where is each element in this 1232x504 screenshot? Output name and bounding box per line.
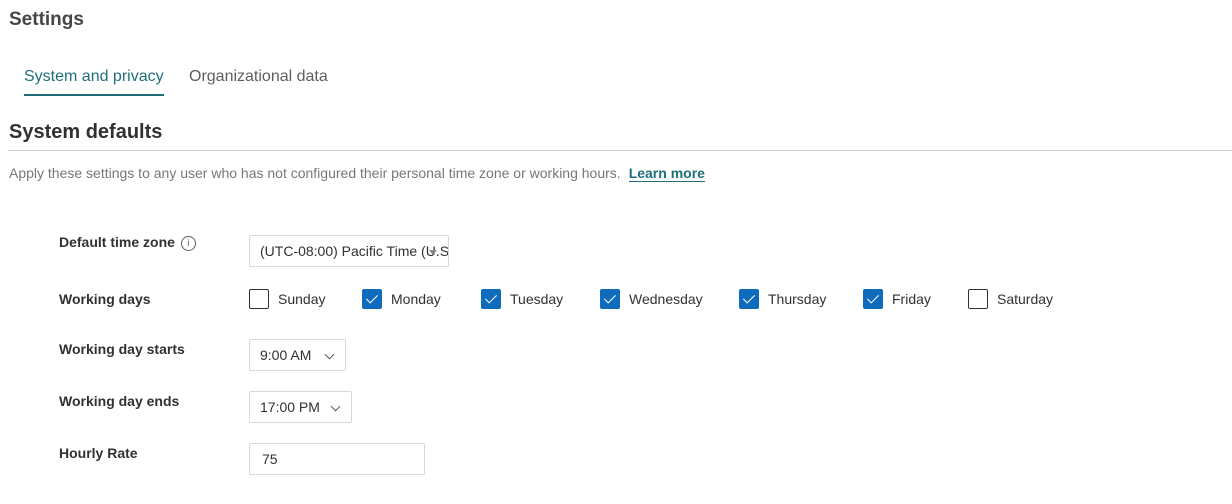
page-title: Settings [9, 9, 84, 30]
day-thursday[interactable]: Thursday [739, 288, 826, 310]
day-wednesday[interactable]: Wednesday [600, 288, 703, 310]
description-text: Apply these settings to any user who has… [9, 165, 621, 181]
tuesday-label: Tuesday [510, 291, 564, 307]
section-title: System defaults [9, 121, 163, 143]
time-zone-value: (UTC-08:00) Pacific Time (U.S. [260, 243, 449, 259]
friday-checkbox[interactable] [863, 289, 883, 309]
day-starts-dropdown[interactable]: 9:00 AM [249, 339, 346, 371]
monday-checkbox[interactable] [362, 289, 382, 309]
hourly-rate-label: Hourly Rate [59, 445, 138, 461]
day-monday[interactable]: Monday [362, 288, 441, 310]
working-days-label: Working days [59, 291, 151, 307]
tuesday-checkbox[interactable] [481, 289, 501, 309]
section-divider [8, 150, 1232, 151]
chevron-down-icon [330, 401, 341, 412]
day-ends-label: Working day ends [59, 393, 180, 409]
time-zone-label: Default time zone i [59, 234, 196, 251]
settings-page: Settings System and privacy Organization… [0, 0, 1232, 504]
chevron-down-icon [324, 349, 335, 360]
friday-label: Friday [892, 291, 931, 307]
wednesday-label: Wednesday [629, 291, 703, 307]
tab-system-and-privacy[interactable]: System and privacy [24, 68, 164, 96]
day-friday[interactable]: Friday [863, 288, 931, 310]
tab-organizational-data[interactable]: Organizational data [189, 68, 328, 94]
day-tuesday[interactable]: Tuesday [481, 288, 563, 310]
info-icon[interactable]: i [180, 236, 196, 251]
day-saturday[interactable]: Saturday [968, 288, 1053, 310]
thursday-checkbox[interactable] [739, 289, 759, 309]
hourly-rate-input[interactable] [249, 443, 425, 475]
day-starts-value: 9:00 AM [260, 347, 312, 363]
saturday-label: Saturday [997, 291, 1054, 307]
sunday-label: Sunday [278, 291, 326, 307]
saturday-checkbox[interactable] [968, 289, 988, 309]
day-sunday[interactable]: Sunday [249, 288, 325, 310]
day-ends-value: 17:00 PM [260, 399, 320, 415]
section-description: Apply these settings to any user who has… [9, 165, 705, 182]
day-starts-label: Working day starts [59, 341, 185, 357]
time-zone-label-text: Default time zone [59, 234, 175, 250]
learn-more-link[interactable]: Learn more [628, 165, 705, 182]
wednesday-checkbox[interactable] [600, 289, 620, 309]
sunday-checkbox[interactable] [249, 289, 269, 309]
caret-down-icon [429, 250, 437, 255]
day-ends-dropdown[interactable]: 17:00 PM [249, 391, 352, 423]
time-zone-dropdown[interactable]: (UTC-08:00) Pacific Time (U.S. [249, 235, 449, 267]
thursday-label: Thursday [768, 291, 827, 307]
monday-label: Monday [391, 291, 441, 307]
